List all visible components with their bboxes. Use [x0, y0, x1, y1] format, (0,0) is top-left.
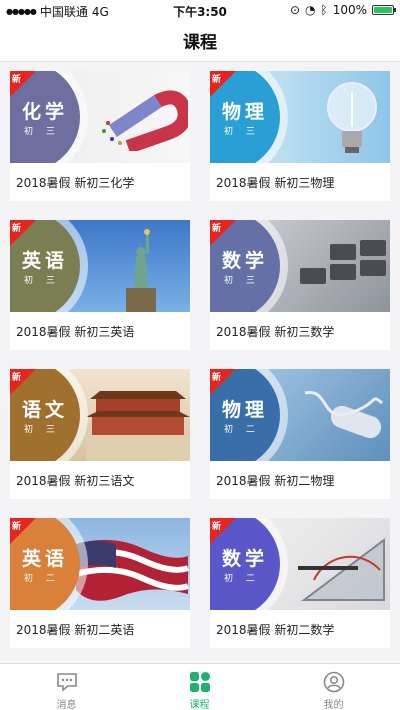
course-grid: 化学初 三新 2018暑假 新初三化学 物理初 三新 2018暑假 新初三物理 英语初 …: [0, 63, 400, 663]
course-card[interactable]: 化学初 三 新 2018暑假 新初三化学: [10, 71, 190, 201]
course-grade: 初 三: [224, 276, 260, 286]
tab-courses-label: 课程: [189, 700, 210, 710]
course-card[interactable]: 语文初 三 新 2018暑假 新初三语文: [10, 369, 190, 499]
course-subject: 英语: [22, 250, 69, 272]
battery-fill: [374, 7, 392, 13]
course-subject: 英语: [22, 548, 69, 570]
new-badge-label: 新: [12, 224, 22, 234]
message-icon: [56, 673, 77, 692]
course-grade: 初 二: [224, 425, 260, 435]
status-bar: ●●●●● 中国联通 4G 下午3:50 ⊙ ◔ ᛒ 100%: [0, 0, 400, 20]
tab-bar: 消息 课程 我的: [0, 663, 400, 710]
course-grade: 初 三: [24, 425, 60, 435]
course-card[interactable]: 物理初 二 新 2018暑假 新初二物理: [210, 369, 390, 499]
course-title: 2018暑假 新初三数学: [216, 325, 335, 339]
tab-courses[interactable]: 课程: [133, 664, 266, 710]
course-thumbnail: 化学初 三 新: [10, 71, 190, 163]
new-badge-label: 新: [212, 522, 222, 532]
course-grade: 初 三: [24, 276, 60, 286]
course-grade: 初 二: [224, 574, 260, 584]
course-thumbnail: 英语初 二 新: [10, 518, 190, 610]
course-title: 2018暑假 新初二数学: [216, 623, 335, 637]
status-bar-right: ⊙ ◔ ᛒ 100%: [289, 3, 396, 17]
course-title: 2018暑假 新初三化学: [16, 176, 135, 190]
course-subject: 物理: [222, 101, 269, 123]
course-thumbnail: 数学初 二 新: [210, 518, 390, 610]
profile-icon: [323, 671, 344, 693]
new-badge-label: 新: [12, 522, 22, 532]
course-title: 2018暑假 新初三英语: [16, 325, 135, 339]
rotation-lock-icon: ⊙: [289, 3, 300, 17]
new-badge-label: 新: [12, 373, 22, 383]
course-subject: 数学: [222, 250, 269, 272]
course-grade: 初 三: [224, 127, 260, 137]
course-grade: 初 三: [24, 127, 60, 137]
course-thumbnail: 英语初 三 新: [10, 220, 190, 312]
battery-icon: [372, 5, 396, 15]
course-card[interactable]: 物理初 三 新 2018暑假 新初三物理: [210, 71, 390, 201]
course-card[interactable]: 数学初 二 新 2018暑假 新初二数学: [210, 518, 390, 648]
course-subject: 物理: [222, 399, 269, 421]
tab-messages[interactable]: 消息: [0, 664, 133, 710]
course-grade: 初 二: [24, 574, 60, 584]
course-subject: 语文: [22, 399, 69, 421]
course-card[interactable]: 英语初 二 新 2018暑假 新初二英语: [10, 518, 190, 648]
nav-bar: 课程: [0, 20, 400, 62]
new-badge-label: 新: [12, 75, 22, 85]
course-thumbnail: 数学初 三 新: [210, 220, 390, 312]
bluetooth-icon: ᛒ: [320, 3, 328, 17]
course-title: 2018暑假 新初二物理: [216, 474, 335, 488]
course-title: 2018暑假 新初三语文: [16, 474, 135, 488]
course-thumbnail: 物理初 三 新: [210, 71, 390, 163]
course-thumbnail: 物理初 二 新: [210, 369, 390, 461]
course-grid-icon: [189, 672, 210, 692]
course-title: 2018暑假 新初二英语: [16, 623, 135, 637]
course-subject: 数学: [222, 548, 269, 570]
battery-percent: 100%: [332, 3, 367, 17]
alarm-icon: ◔: [305, 3, 316, 17]
tab-profile[interactable]: 我的: [267, 664, 400, 710]
tab-messages-label: 消息: [56, 700, 77, 710]
new-badge-label: 新: [212, 75, 222, 85]
course-title: 2018暑假 新初三物理: [216, 176, 335, 190]
new-badge-label: 新: [212, 373, 222, 383]
new-badge-label: 新: [212, 224, 222, 234]
page-title: 课程: [183, 33, 217, 53]
course-card[interactable]: 英语初 三 新 2018暑假 新初三英语: [10, 220, 190, 350]
course-thumbnail: 语文初 三 新: [10, 369, 190, 461]
tab-profile-label: 我的: [323, 700, 344, 710]
course-card[interactable]: 数学初 三 新 2018暑假 新初三数学: [210, 220, 390, 350]
course-subject: 化学: [22, 101, 69, 123]
